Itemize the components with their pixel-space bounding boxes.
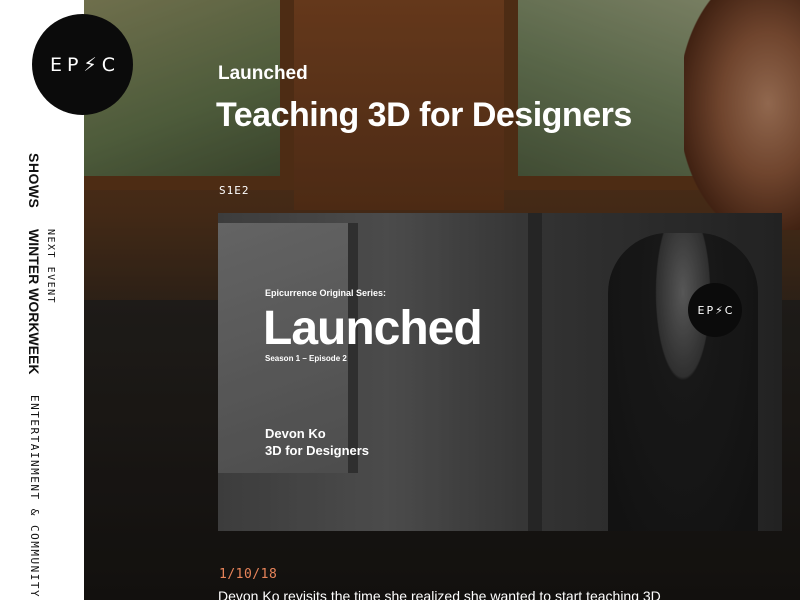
epic-logo[interactable]: EP⚡C	[32, 14, 133, 115]
series-name: Launched	[218, 63, 308, 84]
video-host: Devon Ko 3D for Designers	[265, 425, 369, 459]
video-title: Launched	[263, 302, 483, 355]
logo-text: EP⚡C	[49, 53, 121, 76]
episode-date: 1/10/18	[219, 567, 278, 582]
video-host-name: Devon Ko	[265, 426, 326, 441]
nav-shows-link[interactable]: SHOWS	[26, 153, 42, 208]
episode-description: Devon Ko revisits the time she realized …	[218, 588, 661, 600]
video-host-topic: 3D for Designers	[265, 443, 370, 458]
video-season-line: Season 1 – Episode 2	[265, 354, 347, 363]
next-event-label: NEXT EVENT	[45, 229, 56, 305]
sidebar-tagline: ENTERTAINMENT & COMMUNITY FO	[28, 395, 41, 600]
video-logo: EP⚡C	[688, 283, 742, 337]
episode-code: S1E2	[219, 184, 250, 197]
video-player[interactable]: Epicurrence Original Series: Launched Se…	[218, 213, 782, 531]
page-title: Teaching 3D for Designers	[216, 96, 632, 134]
video-overline: Epicurrence Original Series:	[265, 288, 387, 298]
video-dim-overlay	[218, 213, 782, 531]
next-event-link[interactable]: WINTER WORKWEEK	[26, 229, 42, 374]
video-logo-text: EP⚡C	[697, 303, 735, 317]
